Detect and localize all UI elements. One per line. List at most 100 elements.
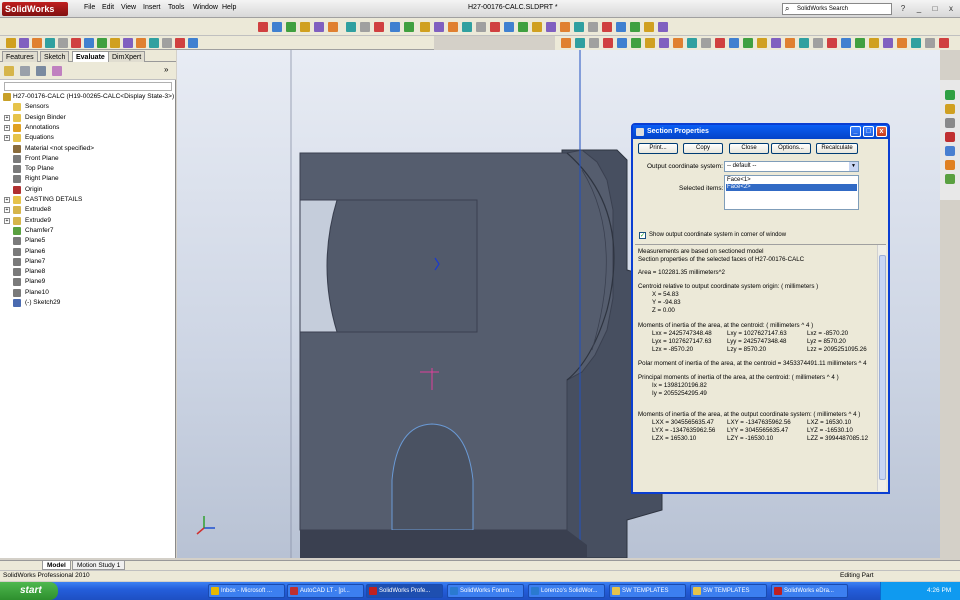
toolbar-icon[interactable] <box>258 22 268 32</box>
toolbar-icon[interactable] <box>346 22 356 32</box>
toolbar-icon[interactable] <box>560 22 570 32</box>
toolbar-icon[interactable] <box>630 22 640 32</box>
copy-button[interactable]: Copy <box>683 143 723 154</box>
toolbar-icon[interactable] <box>659 38 669 48</box>
file-explorer-icon[interactable] <box>945 118 955 128</box>
taskbar-item[interactable]: Inbox - Microsoft ... <box>208 584 285 598</box>
toolbar-icon[interactable] <box>518 22 528 32</box>
toolbar-icon[interactable] <box>925 38 935 48</box>
toolbar-icon[interactable] <box>71 38 81 48</box>
tab-model[interactable]: Model <box>42 561 71 570</box>
taskbar-item[interactable]: AutoCAD LT - [pl... <box>287 584 364 598</box>
toolbar-icon[interactable] <box>645 38 655 48</box>
toolbar-icon[interactable] <box>687 38 697 48</box>
help-icon[interactable]: ? <box>898 3 908 14</box>
toolbar-icon[interactable] <box>575 38 585 48</box>
toolbar-icon[interactable] <box>420 22 430 32</box>
menu-window[interactable]: Window <box>193 4 218 11</box>
menu-help[interactable]: Help <box>222 4 236 11</box>
view-palette-icon[interactable] <box>945 146 955 156</box>
selected-items-list[interactable]: Face<1> Face<2> <box>724 175 859 210</box>
taskbar-item[interactable]: SolidWorks Forum... <box>447 584 524 598</box>
selected-item-face1[interactable]: Face<1> <box>726 177 857 184</box>
toolbar-icon[interactable] <box>162 38 172 48</box>
toolbar-icon[interactable] <box>286 22 296 32</box>
toolbar-icon[interactable] <box>360 22 370 32</box>
toolbar-icon[interactable] <box>757 38 767 48</box>
close-dialog-button[interactable]: Close <box>729 143 769 154</box>
toolbar-icon[interactable] <box>374 22 384 32</box>
toolbar-icon[interactable] <box>84 38 94 48</box>
expand-icon[interactable]: + <box>4 114 10 121</box>
toolbar-icon[interactable] <box>328 22 338 32</box>
toolbar-icon[interactable] <box>462 22 472 32</box>
custom-properties-icon[interactable] <box>945 174 955 184</box>
toolbar-icon[interactable] <box>546 22 556 32</box>
toolbar-icon[interactable] <box>58 38 68 48</box>
toolbar-icon[interactable] <box>743 38 753 48</box>
toolbar-icon[interactable] <box>448 22 458 32</box>
dialog-maximize-button[interactable]: □ <box>863 126 874 137</box>
toolbar-icon[interactable] <box>617 38 627 48</box>
toolbar-icon[interactable] <box>188 38 198 48</box>
toolbar-icon[interactable] <box>123 38 133 48</box>
toolbar-icon[interactable] <box>883 38 893 48</box>
toolbar-icon[interactable] <box>631 38 641 48</box>
taskbar-item[interactable]: Lorenzo's SolidWor... <box>528 584 605 598</box>
menu-file[interactable]: File <box>84 4 95 11</box>
toolbar-icon[interactable] <box>272 22 282 32</box>
toolbar-icon[interactable] <box>673 38 683 48</box>
expand-icon[interactable]: + <box>4 207 10 214</box>
resources-icon[interactable] <box>945 90 955 100</box>
dialog-title-bar[interactable]: Section Properties _ □ x <box>633 125 888 139</box>
dialog-minimize-button[interactable]: _ <box>850 126 861 137</box>
coord-system-select[interactable]: -- default -- ▼ <box>724 161 859 172</box>
toolbar-icon[interactable] <box>855 38 865 48</box>
clock[interactable]: 4:26 PM <box>927 582 951 600</box>
toolbar-icon[interactable] <box>476 22 486 32</box>
menu-edit[interactable]: Edit <box>102 4 114 11</box>
scrollbar-thumb[interactable] <box>879 255 886 480</box>
start-button[interactable]: start <box>0 582 58 600</box>
toolbar-icon[interactable] <box>314 22 324 32</box>
toolbar-icon[interactable] <box>97 38 107 48</box>
menu-insert[interactable]: Insert <box>143 4 161 11</box>
expand-icon[interactable]: + <box>4 197 10 203</box>
toolbar-icon[interactable] <box>602 22 612 32</box>
toolbar-icon[interactable] <box>644 22 654 32</box>
toolbar-icon[interactable] <box>911 38 921 48</box>
toolbar-icon[interactable] <box>149 38 159 48</box>
toolbar-icon[interactable] <box>19 38 29 48</box>
toolbar-icon[interactable] <box>532 22 542 32</box>
design-library-icon[interactable] <box>945 104 955 114</box>
toolbar-icon[interactable] <box>32 38 42 48</box>
toolbar-icon[interactable] <box>589 38 599 48</box>
checkmark-icon[interactable]: ✓ <box>639 232 646 239</box>
toolbar-icon[interactable] <box>939 38 949 48</box>
toolbar-icon[interactable] <box>897 38 907 48</box>
toolbar-icon[interactable] <box>490 22 500 32</box>
dialog-close-icon[interactable]: x <box>876 126 887 137</box>
recalculate-button[interactable]: Recalculate <box>816 143 858 154</box>
toolbar-icon[interactable] <box>603 38 613 48</box>
toolbar-icon[interactable] <box>404 22 414 32</box>
toolbar-icon[interactable] <box>175 38 185 48</box>
toolbar-icon[interactable] <box>785 38 795 48</box>
toolbar-icon[interactable] <box>300 22 310 32</box>
tree-filter-input[interactable] <box>4 82 172 91</box>
toolbar-icon[interactable] <box>504 22 514 32</box>
print-button[interactable]: Print... <box>638 143 678 154</box>
expand-icon[interactable]: + <box>4 217 10 224</box>
appearances-icon[interactable] <box>945 160 955 170</box>
menu-tools[interactable]: Tools <box>168 4 184 11</box>
taskbar-item[interactable]: SW TEMPLATES <box>690 584 767 598</box>
solidworks-logo[interactable]: SolidWorks <box>2 2 68 16</box>
options-button[interactable]: Options... <box>771 143 811 154</box>
toolbar-icon[interactable] <box>588 22 598 32</box>
toolbar-icon[interactable] <box>729 38 739 48</box>
display-manager-icon[interactable] <box>52 66 62 76</box>
tab-dimxpert[interactable]: DimXpert <box>108 51 146 62</box>
toolbar-icon[interactable] <box>561 38 571 48</box>
toolbar-icon[interactable] <box>771 38 781 48</box>
menu-view[interactable]: View <box>121 4 136 11</box>
